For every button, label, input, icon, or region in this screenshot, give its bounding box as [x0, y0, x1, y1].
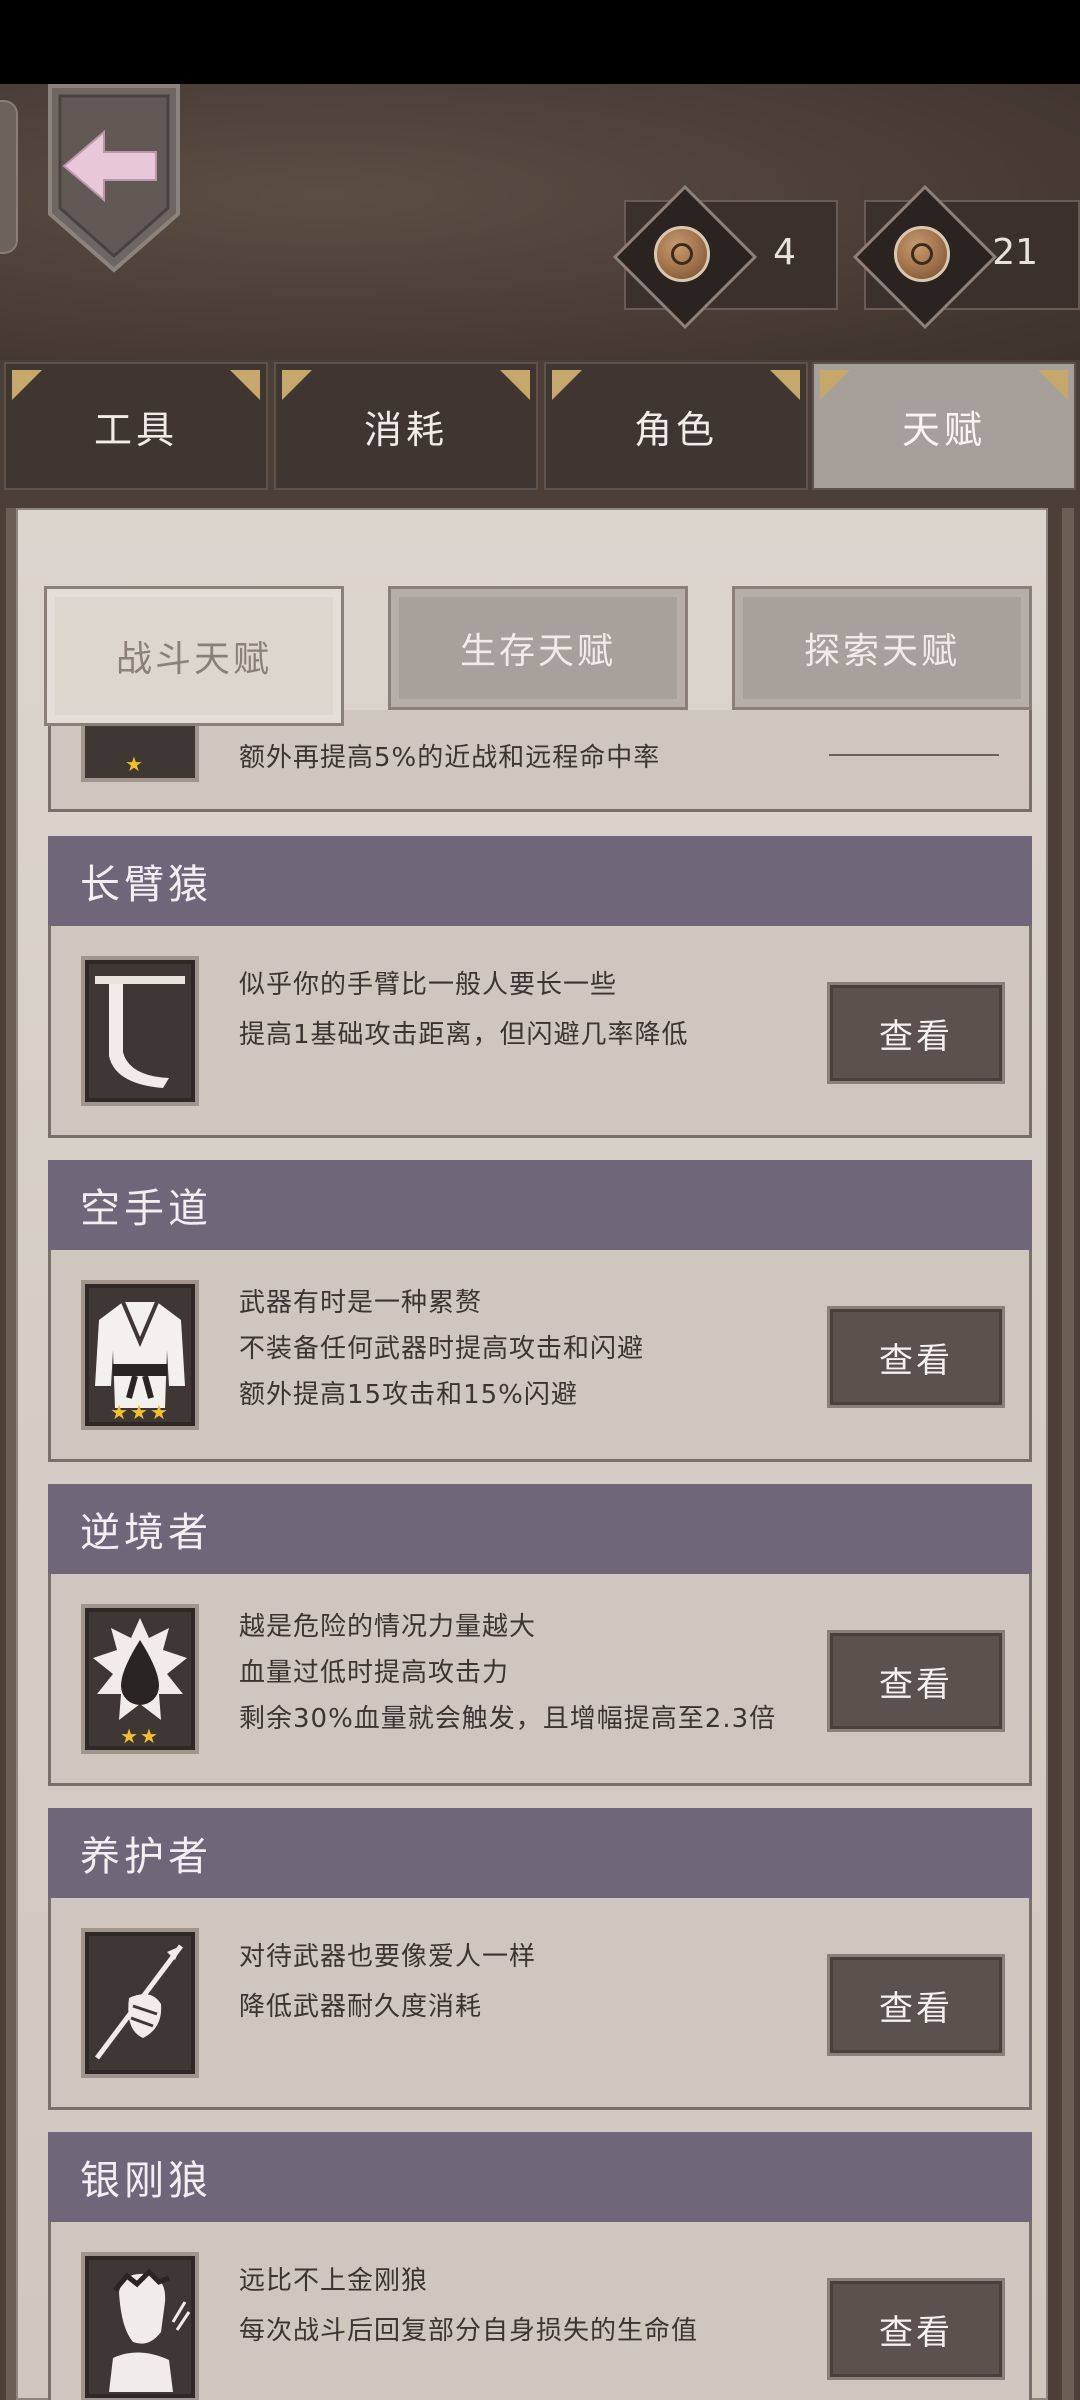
tab-talents-label: 天赋 — [901, 407, 986, 452]
coin-icon — [654, 226, 710, 282]
tab-characters-label: 角色 — [633, 407, 718, 452]
talent-card: 银刚狼 远比不上金刚狼 每次战斗后回复部分自身损失的生命值 查看 — [48, 2132, 1032, 2400]
category-tabs: 工具 消耗 角色 天赋 — [0, 362, 1080, 490]
wolverine-icon — [81, 2252, 199, 2400]
currency-1-value: 4 — [773, 232, 796, 273]
rating-stars: ★★★ — [110, 1400, 170, 1424]
view-button[interactable]: 查看 — [827, 1306, 1005, 1408]
talent-card: 空手道 ★★★ 武器有时是一种累赘 不装备任何武器时提高攻击和闪避 额外提高15… — [48, 1160, 1032, 1470]
back-button[interactable] — [44, 84, 184, 274]
talent-description: 武器有时是一种累赘 不装备任何武器时提高攻击和闪避 额外提高15攻击和15%闪避 — [239, 1288, 645, 1410]
talent-subtabs: 战斗天赋 生存天赋 探索天赋 — [44, 586, 1036, 726]
talent-name: 空手道 — [48, 1160, 1032, 1250]
tab-consumables[interactable]: 消耗 — [274, 362, 538, 490]
talent-name: 长臂猿 — [48, 836, 1032, 926]
view-button[interactable]: 查看 — [827, 982, 1005, 1084]
talent-description: 似乎你的手臂比一般人要长一些 提高1基础攻击距离，但闪避几率降低 — [239, 970, 689, 1050]
talent-name: 逆境者 — [48, 1484, 1032, 1574]
back-arrow-icon — [48, 84, 180, 273]
tab-tools[interactable]: 工具 — [4, 362, 268, 490]
side-panel-edge[interactable] — [0, 100, 18, 254]
blood-drop-icon: ★★ — [81, 1604, 199, 1754]
long-arm-icon — [81, 956, 199, 1106]
wrapped-spear-icon — [81, 1928, 199, 2078]
subtab-combat-talents[interactable]: 战斗天赋 — [44, 586, 344, 726]
frame-edge-right — [1062, 508, 1074, 2400]
view-button[interactable]: 查看 — [827, 1630, 1005, 1732]
subtab-exploration-talents[interactable]: 探索天赋 — [732, 586, 1032, 710]
view-button[interactable]: 查看 — [827, 1954, 1005, 2056]
tab-consumables-label: 消耗 — [363, 407, 448, 452]
talent-name: 养护者 — [48, 1808, 1032, 1898]
talent-card: 逆境者 ★★ 越是危险的情况力量越大 血量过低时提高攻击力 剩余30%血量就会触… — [48, 1484, 1032, 1794]
subtab-survival-talents[interactable]: 生存天赋 — [388, 586, 688, 710]
coin-icon — [894, 226, 950, 282]
talent-card-body: ★★★ 武器有时是一种累赘 不装备任何武器时提高攻击和闪避 额外提高15攻击和1… — [48, 1250, 1032, 1462]
status-bar — [0, 0, 1080, 84]
tab-tools-label: 工具 — [93, 407, 178, 452]
talent-card-body: 对待武器也要像爱人一样 降低武器耐久度消耗 查看 — [48, 1898, 1032, 2110]
talent-description: 越是危险的情况力量越大 血量过低时提高攻击力 剩余30%血量就会触发，且增幅提高… — [239, 1612, 777, 1734]
tab-talents[interactable]: 天赋 — [812, 362, 1076, 490]
talent-card-body: ★★ 越是危险的情况力量越大 血量过低时提高攻击力 剩余30%血量就会触发，且增… — [48, 1574, 1032, 1786]
talent-list[interactable]: ★ 额外再提高5%的近战和远程命中率 长臂猿 似乎你的手臂比一般人要长一些 提高… — [48, 710, 1032, 2400]
talent-card-body: 远比不上金刚狼 每次战斗后回复部分自身损失的生命值 查看 — [48, 2222, 1032, 2400]
tab-characters[interactable]: 角色 — [544, 362, 808, 490]
talent-card: 长臂猿 似乎你的手臂比一般人要长一些 提高1基础攻击距离，但闪避几率降低 查看 — [48, 836, 1032, 1146]
divider — [829, 754, 999, 756]
talent-card: 养护者 对待武器也要像爱人一样 降低武器耐久度消耗 查看 — [48, 1808, 1032, 2118]
view-button[interactable]: 查看 — [827, 2278, 1005, 2380]
talent-description: 额外再提高5%的近战和远程命中率 — [239, 743, 661, 773]
rating-stars: ★★ — [120, 1724, 160, 1748]
talent-description: 远比不上金刚狼 每次战斗后回复部分自身损失的生命值 — [239, 2266, 699, 2346]
currency-2-value: 21 — [992, 232, 1038, 273]
talent-name: 银刚狼 — [48, 2132, 1032, 2222]
talent-description: 对待武器也要像爱人一样 降低武器耐久度消耗 — [239, 1942, 537, 2022]
talent-card-body: 似乎你的手臂比一般人要长一些 提高1基础攻击距离，但闪避几率降低 查看 — [48, 926, 1032, 1138]
karate-gi-icon: ★★★ — [81, 1280, 199, 1430]
